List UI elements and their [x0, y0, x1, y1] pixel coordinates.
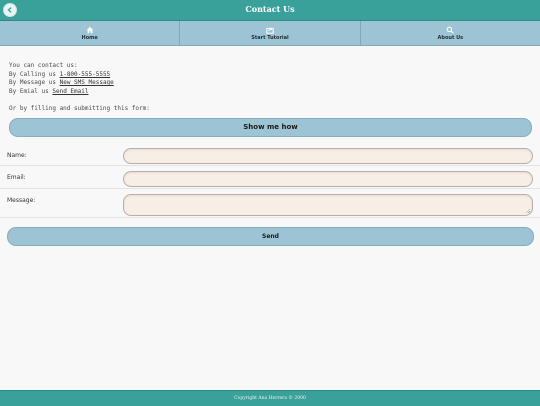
- search-icon: [446, 26, 454, 34]
- email-row: Email:: [0, 166, 540, 189]
- show-me-how-button[interactable]: Show me how: [9, 118, 532, 137]
- name-label: Name:: [7, 152, 27, 159]
- tutorial-icon: [266, 27, 274, 34]
- email-prefix: By Emial us: [9, 87, 49, 95]
- contact-email-line: By Emial us Send Email: [9, 88, 150, 97]
- contact-intro: You can contact us:: [9, 62, 78, 69]
- phone-prefix: By Calling us: [9, 70, 56, 78]
- resize-grip-icon[interactable]: [525, 208, 530, 213]
- contact-sms-line: By Message us New SMS Message: [9, 79, 150, 88]
- form-intro: Or by filling and submitting this form:: [9, 104, 150, 112]
- email-link[interactable]: Send Email: [52, 88, 88, 95]
- name-row: Name:: [0, 143, 540, 166]
- message-row: Message:: [0, 189, 540, 218]
- nav-label-start-tutorial: Start Tutorial: [251, 34, 289, 41]
- page-title: Contact Us: [245, 4, 295, 14]
- phone-link[interactable]: 1-800-555-5555: [60, 71, 111, 78]
- message-field[interactable]: [123, 194, 533, 216]
- email-field[interactable]: [123, 171, 533, 187]
- footer: Copyright Ana Herrera © 2000: [0, 390, 540, 406]
- home-icon: [86, 26, 93, 33]
- nav-label-home: Home: [81, 34, 98, 41]
- nav-label-about-us: About Us: [437, 34, 464, 41]
- contact-info: You can contact us: By Calling us 1-800-…: [9, 62, 150, 113]
- app-header: Contact Us: [0, 0, 540, 21]
- copyright-text: Copyright Ana Herrera © 2000: [234, 396, 306, 401]
- nav-item-about-us[interactable]: About Us: [361, 21, 540, 45]
- email-label: Email:: [7, 174, 26, 181]
- send-button[interactable]: Send: [7, 227, 534, 246]
- nav-bar: Home Start Tutorial About Us: [0, 21, 540, 46]
- name-field[interactable]: [123, 148, 533, 164]
- sms-link[interactable]: New SMS Message: [60, 79, 114, 86]
- contact-phone-line: By Calling us 1-800-555-5555: [9, 71, 150, 80]
- nav-item-start-tutorial[interactable]: Start Tutorial: [180, 21, 361, 45]
- nav-item-home[interactable]: Home: [0, 21, 181, 45]
- message-label: Message:: [7, 197, 36, 204]
- sms-prefix: By Message us: [9, 79, 56, 86]
